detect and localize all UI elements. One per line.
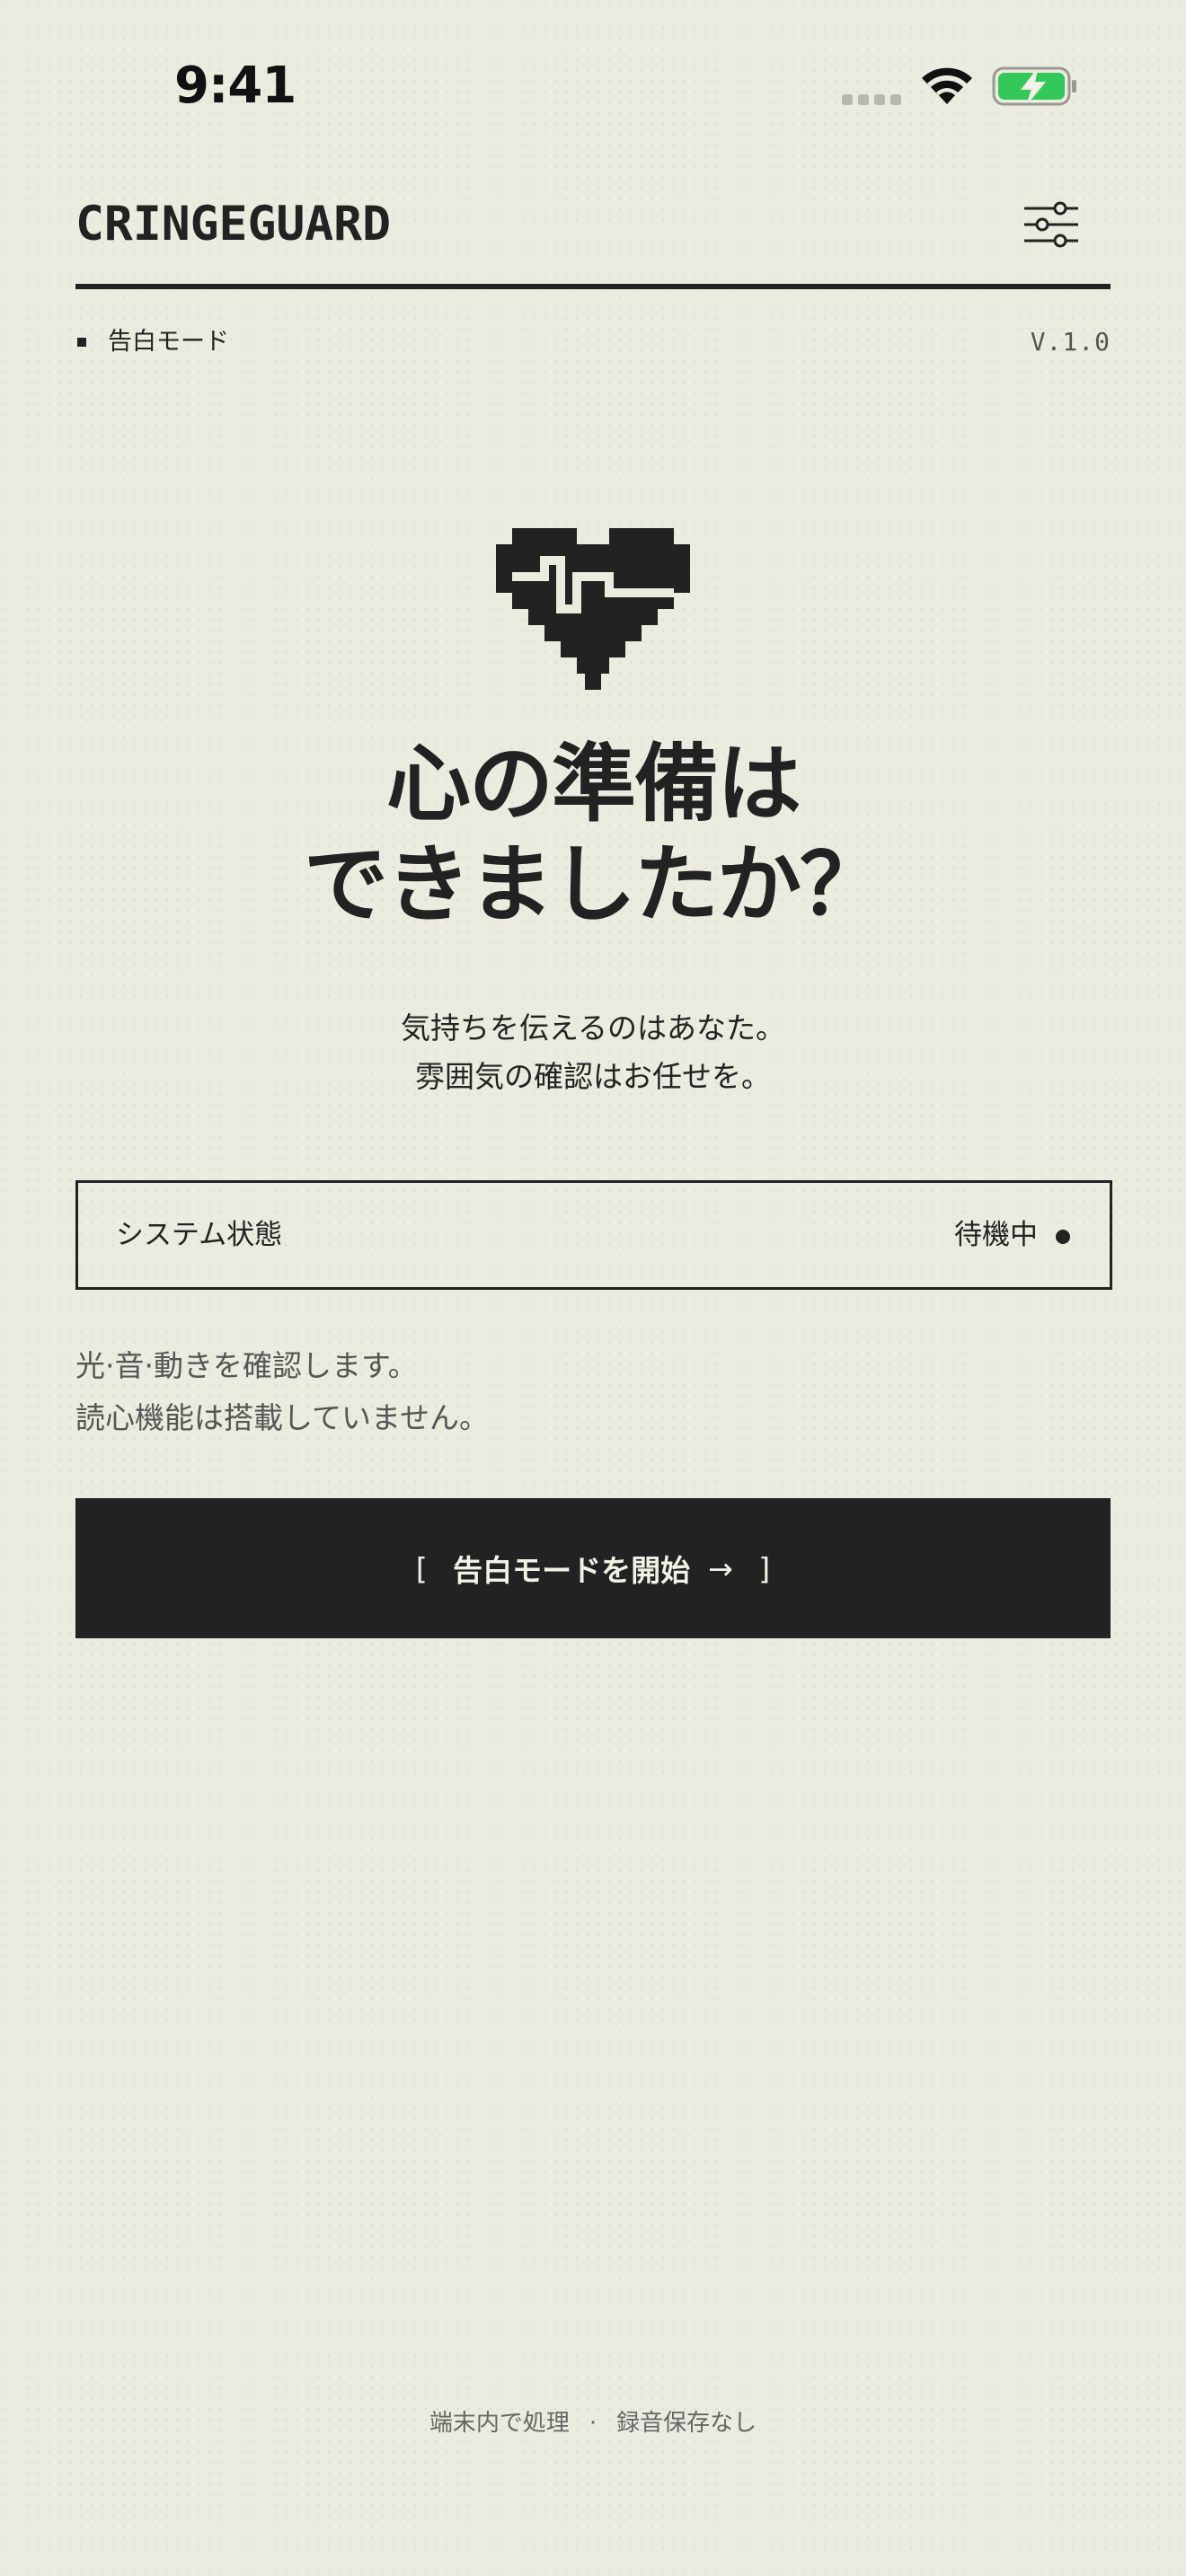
hero-subtext-line1: 気持ちを伝えるのはあなた。 bbox=[400, 1010, 785, 1045]
hero-headline: 心の準備は できましたか？ bbox=[0, 735, 1186, 936]
system-status-value: 待機中 bbox=[954, 1219, 1038, 1251]
footer-no-recording: 録音保存なし bbox=[616, 2410, 757, 2437]
hero-headline-line1: 心の準備は bbox=[385, 736, 801, 834]
header-divider bbox=[75, 284, 1111, 289]
hero-subtext: 気持ちを伝えるのはあなた。 雰囲気の確認はお任せを。 bbox=[0, 1004, 1186, 1101]
mode-bullet bbox=[77, 338, 86, 347]
disclaimer-line1: 光·音·動きを確認します。 bbox=[75, 1348, 418, 1383]
mode-label: 告白モード bbox=[108, 328, 229, 356]
cellular-signal-icon bbox=[842, 94, 901, 105]
arrow-right-icon: → bbox=[708, 1550, 733, 1586]
privacy-footer: 端末内で処理 · 録音保存なし bbox=[0, 2407, 1186, 2439]
sliders-icon[interactable] bbox=[1021, 199, 1082, 250]
disclaimer-line2: 読心機能は搭載していません。 bbox=[75, 1400, 490, 1435]
status-dot-icon bbox=[1056, 1230, 1070, 1244]
system-status-label: システム状態 bbox=[116, 1219, 283, 1251]
button-bracket-close: ] bbox=[756, 1550, 774, 1586]
pixel-heart-pulse-icon bbox=[496, 528, 690, 690]
start-confession-mode-button[interactable]: [ 告白モードを開始 → ] bbox=[75, 1498, 1111, 1638]
version-label: V.1.0 bbox=[1030, 327, 1111, 357]
start-button-label: 告白モードを開始 bbox=[453, 1553, 691, 1588]
wifi-icon bbox=[922, 67, 972, 104]
footer-on-device: 端末内で処理 bbox=[429, 2410, 570, 2437]
footer-separator: · bbox=[589, 2410, 597, 2437]
battery-charging-icon bbox=[992, 66, 1076, 106]
disclaimer-text: 光·音·動きを確認します。 読心機能は搭載していません。 bbox=[75, 1340, 1111, 1444]
hero-headline-line2: できましたか？ bbox=[303, 836, 884, 934]
button-bracket-open: [ bbox=[412, 1550, 430, 1586]
hero-subtext-line2: 雰囲気の確認はお任せを。 bbox=[415, 1059, 771, 1094]
app-title: CRINGEGUARD bbox=[75, 197, 391, 251]
status-time: 9:41 bbox=[174, 57, 296, 115]
system-status-panel: システム状態 待機中 bbox=[75, 1180, 1112, 1290]
